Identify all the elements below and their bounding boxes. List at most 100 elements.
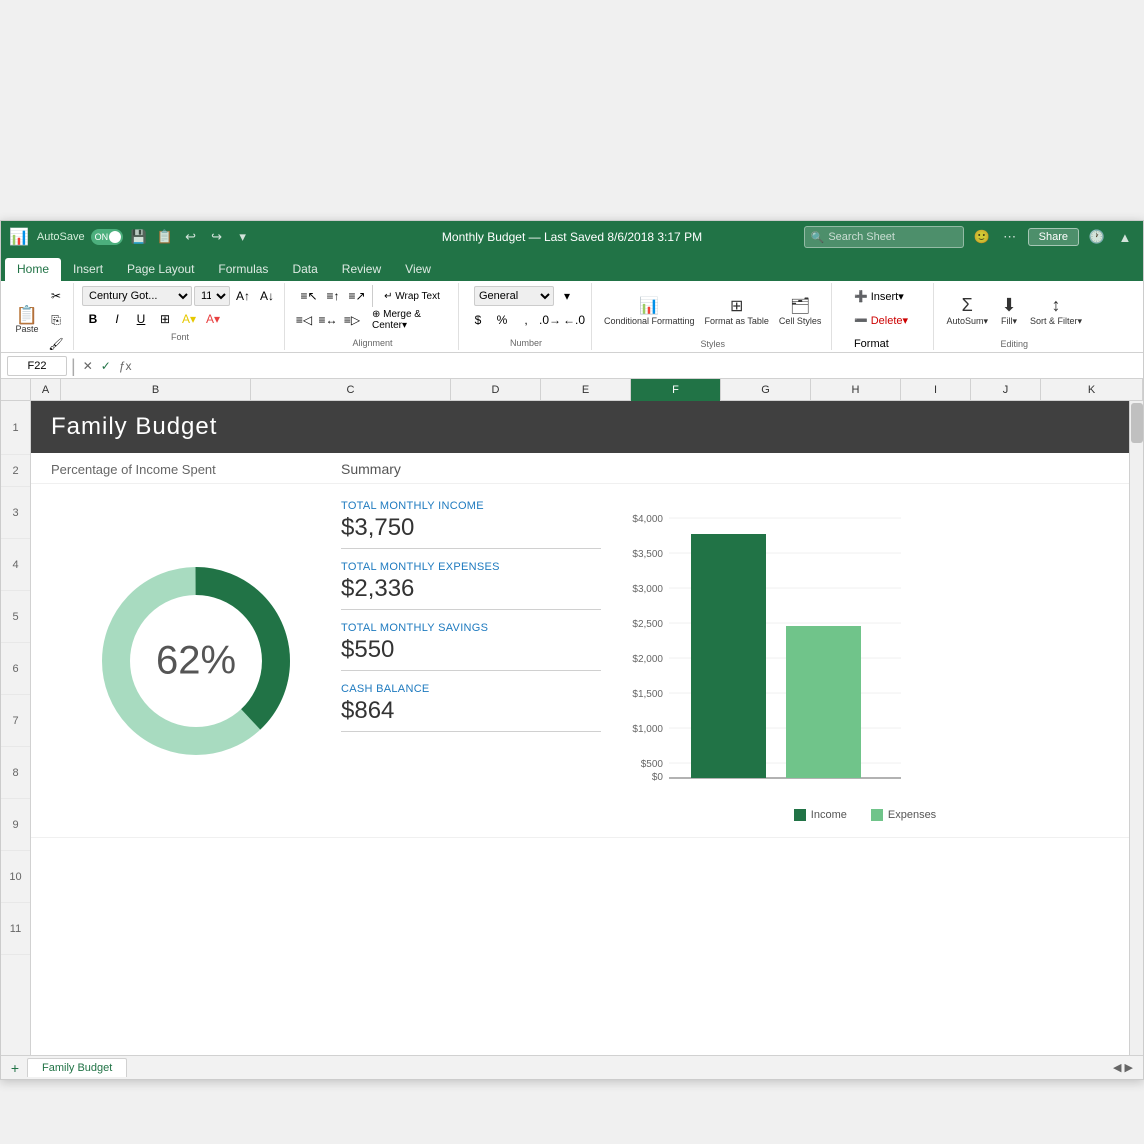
add-sheet-button[interactable]: +	[5, 1058, 25, 1078]
col-header-g[interactable]: G	[721, 379, 811, 401]
autosum-button[interactable]: Σ AutoSum▾	[942, 285, 992, 337]
more-icon[interactable]: ⋯	[1000, 227, 1020, 247]
fill-button[interactable]: ⬇ Fill▾	[994, 285, 1024, 337]
editing-label: Editing	[1000, 339, 1028, 349]
font-size-select[interactable]: 11	[194, 286, 230, 306]
cell-styles-button[interactable]: 🗂 Cell Styles	[775, 285, 826, 337]
income-label: TOTAL MONTHLY INCOME	[341, 500, 601, 512]
align-top-right[interactable]: ≡↗	[346, 285, 368, 307]
font-name-select[interactable]: Century Got...	[82, 286, 192, 306]
align-right-button[interactable]: ≡▷	[341, 309, 363, 331]
redo-icon[interactable]: ↪	[207, 227, 227, 247]
search-box[interactable]: 🔍	[804, 226, 964, 248]
balance-label: CASH BALANCE	[341, 683, 601, 695]
format-button[interactable]: Format	[854, 333, 914, 355]
row-num-5: 5	[1, 591, 30, 643]
tab-data[interactable]: Data	[280, 258, 329, 281]
col-header-j[interactable]: J	[971, 379, 1041, 401]
align-center-button[interactable]: ≡↔	[317, 309, 339, 331]
expenses-value: $2,336	[341, 575, 601, 603]
empty-row-11	[31, 837, 1129, 889]
col-header-b[interactable]: B	[61, 379, 251, 401]
expenses-label: TOTAL MONTHLY EXPENSES	[341, 561, 601, 573]
emoji-icon[interactable]: 🙂	[972, 227, 992, 247]
open-icon[interactable]: 📋	[155, 227, 175, 247]
decrease-font-button[interactable]: A↓	[256, 285, 278, 307]
formula-input[interactable]	[139, 356, 1138, 376]
tab-view[interactable]: View	[393, 258, 443, 281]
bold-button[interactable]: B	[82, 308, 104, 330]
wrap-text-button[interactable]: ↵ Wrap Text	[377, 285, 447, 307]
middle-header: Summary	[341, 461, 621, 479]
format-as-table-button[interactable]: ⊞ Format as Table	[701, 285, 773, 337]
align-top-left[interactable]: ≡↖	[298, 285, 320, 307]
col-header-k[interactable]: K	[1041, 379, 1143, 401]
number-format-select[interactable]: General	[474, 286, 554, 306]
currency-button[interactable]: $	[467, 309, 489, 331]
decrease-decimal[interactable]: ←.0	[563, 309, 585, 331]
col-header-h[interactable]: H	[811, 379, 901, 401]
formula-bar: F22 | ✕ ✓ ƒx	[1, 353, 1143, 379]
comma-button[interactable]: ,	[515, 309, 537, 331]
tab-insert[interactable]: Insert	[61, 258, 115, 281]
tab-home[interactable]: Home	[5, 258, 61, 281]
row-num-3: 3	[1, 487, 30, 539]
autosave-label: AutoSave	[37, 231, 85, 243]
sheet-tab-budget[interactable]: Family Budget	[27, 1058, 127, 1077]
tab-formulas[interactable]: Formulas	[206, 258, 280, 281]
undo-icon[interactable]: ↩	[181, 227, 201, 247]
italic-button[interactable]: I	[106, 308, 128, 330]
increase-decimal[interactable]: .0→	[539, 309, 561, 331]
col-header-c[interactable]: C	[251, 379, 451, 401]
cut-button[interactable]: ✂	[45, 285, 67, 307]
tab-review[interactable]: Review	[330, 258, 393, 281]
conditional-formatting-button[interactable]: 📊 Conditional Formatting	[600, 285, 699, 337]
insert-function-icon[interactable]: ƒx	[116, 359, 135, 373]
collapse-icon[interactable]: ▲	[1115, 227, 1135, 247]
percent-button[interactable]: %	[491, 309, 513, 331]
insert-button[interactable]: ➕ Insert▾	[854, 285, 914, 307]
row-numbers: 1 2 3 4 5 6 7 8 9 10 11	[1, 401, 31, 1079]
underline-button[interactable]: U	[130, 308, 152, 330]
copy-button[interactable]: ⎘	[45, 309, 67, 331]
number-format-more[interactable]: ▾	[556, 285, 578, 307]
search-input[interactable]	[828, 231, 948, 243]
dropdown-icon[interactable]: ▾	[233, 227, 253, 247]
scrollbar-thumb[interactable]	[1131, 403, 1143, 443]
col-header-a[interactable]: A	[31, 379, 61, 401]
cancel-formula-icon[interactable]: ✕	[80, 359, 96, 373]
fill-color-button[interactable]: A▾	[178, 308, 200, 330]
font-row1: Century Got... 11 A↑ A↓	[82, 285, 278, 307]
ribbon-group-number: General ▾ $ % , .0→ ←.0 Number	[461, 283, 592, 350]
cell-reference-input[interactable]: F22	[7, 356, 67, 376]
format-as-table-label: Format as Table	[705, 316, 769, 326]
save-icon[interactable]: 💾	[129, 227, 149, 247]
font-color-button[interactable]: A▾	[202, 308, 224, 330]
horizontal-scrollbar[interactable]: ◀ ▶	[1107, 1061, 1139, 1074]
history-icon[interactable]: 🕐	[1087, 227, 1107, 247]
col-header-e[interactable]: E	[541, 379, 631, 401]
confirm-formula-icon[interactable]: ✓	[98, 359, 114, 373]
col-header-d[interactable]: D	[451, 379, 541, 401]
paste-label: Paste	[15, 324, 38, 334]
bar-chart-svg: $4,000 $3,500 $3,000 $2,500 $2,000 $1,50…	[621, 500, 941, 800]
increase-font-button[interactable]: A↑	[232, 285, 254, 307]
border-button[interactable]: ⊞	[154, 308, 176, 330]
delete-button[interactable]: ➖ Delete▾	[854, 309, 914, 331]
merge-center-button[interactable]: ⊕ Merge & Center▾	[372, 309, 452, 331]
align-top-center[interactable]: ≡↑	[322, 285, 344, 307]
col-header-f[interactable]: F	[631, 379, 721, 401]
income-bar	[691, 534, 766, 778]
align-left-button[interactable]: ≡◁	[293, 309, 315, 331]
share-button[interactable]: Share	[1028, 228, 1079, 246]
svg-text:$3,500: $3,500	[632, 549, 663, 560]
tab-page-layout[interactable]: Page Layout	[115, 258, 206, 281]
sort-filter-button[interactable]: ↕ Sort & Filter▾	[1026, 285, 1086, 337]
format-painter-button[interactable]: 🖌	[45, 333, 67, 355]
autosave-toggle[interactable]: ON	[91, 229, 123, 245]
vertical-scrollbar[interactable]	[1129, 401, 1143, 1079]
spreadsheet-title-row: Family Budget	[31, 401, 1129, 453]
paste-button[interactable]: 📋 Paste	[11, 294, 43, 346]
savings-value: $550	[341, 636, 601, 664]
col-header-i[interactable]: I	[901, 379, 971, 401]
